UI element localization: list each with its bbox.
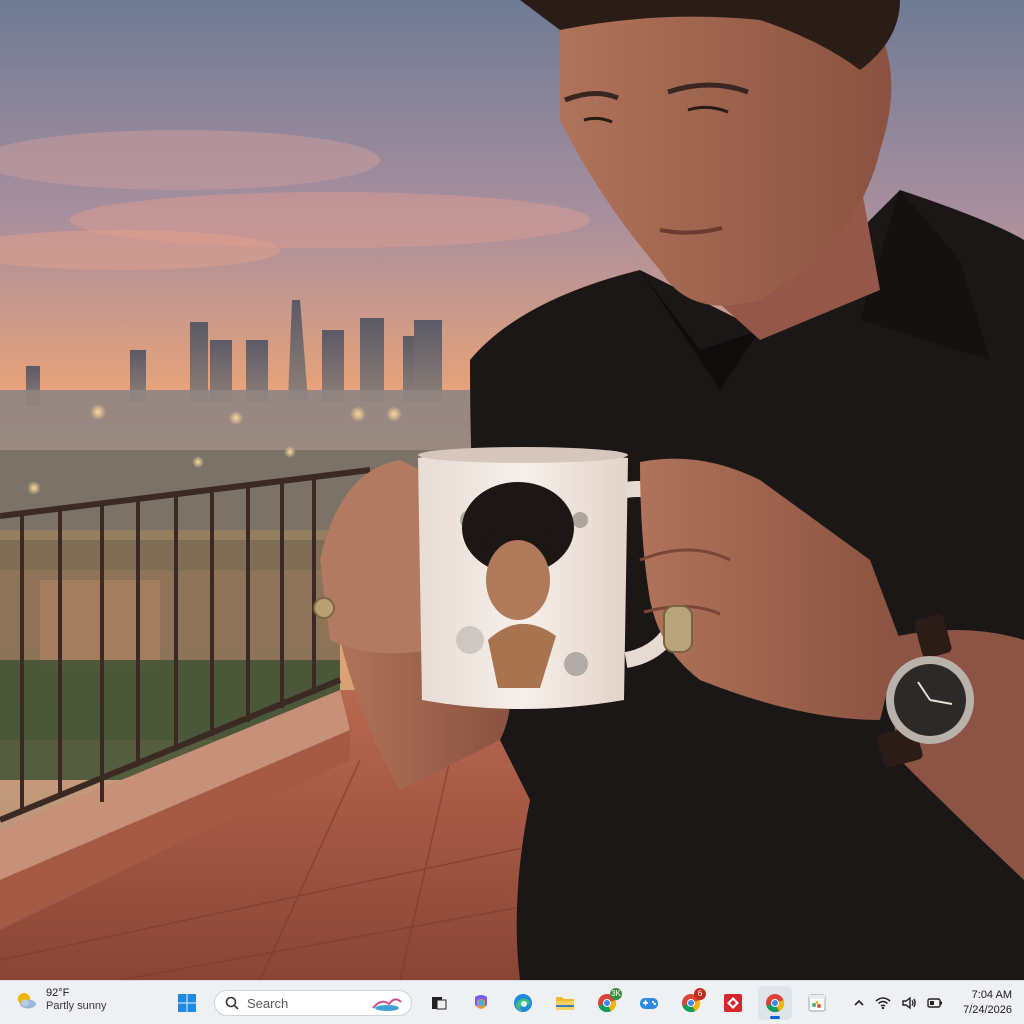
clock-time: 7:04 AM <box>971 989 1012 1001</box>
taskbar-apps: Search 3K 6 <box>170 986 834 1020</box>
search-box[interactable]: Search <box>214 990 412 1016</box>
edge-icon <box>514 994 532 1012</box>
timing-app-button[interactable] <box>800 986 834 1020</box>
gamepad-icon <box>640 998 658 1009</box>
weather-widget[interactable]: 92°F Partly sunny <box>14 987 107 1013</box>
copilot-icon <box>475 995 487 1009</box>
chrome-icon <box>766 994 785 1013</box>
search-placeholder: Search <box>247 995 289 1011</box>
battery-icon[interactable] <box>927 997 943 1009</box>
sun-cloud-icon <box>14 988 38 1012</box>
notification-badge: 6 <box>694 988 706 1000</box>
folder-icon <box>556 997 574 1010</box>
weather-condition: Partly sunny <box>46 1000 107 1012</box>
search-icon <box>225 996 239 1010</box>
notification-badge: 3K <box>610 988 622 1000</box>
chrome-active-button[interactable] <box>758 986 792 1020</box>
wallpaper-photo <box>0 0 1024 980</box>
desktop-wallpaper <box>0 0 1024 980</box>
copilot-button[interactable] <box>464 986 498 1020</box>
edge-button[interactable] <box>506 986 540 1020</box>
calendar-icon <box>808 994 826 1012</box>
red-app-button[interactable] <box>716 986 750 1020</box>
windows-logo-icon <box>178 994 196 1012</box>
chrome-profile-2-button[interactable]: 6 <box>674 986 708 1020</box>
clock-date: 7/24/2026 <box>963 1004 1012 1016</box>
file-explorer-button[interactable] <box>548 986 582 1020</box>
clock[interactable]: 7:04 AM 7/24/2026 <box>963 988 1012 1018</box>
task-view-button[interactable] <box>422 986 456 1020</box>
chrome-profile-1-button[interactable]: 3K <box>590 986 624 1020</box>
game-app-button[interactable] <box>632 986 666 1020</box>
weather-temperature: 92°F <box>46 987 70 999</box>
volume-icon[interactable] <box>901 996 917 1010</box>
system-tray: 7:04 AM 7/24/2026 <box>853 985 1012 1021</box>
search-highlight-icon <box>372 998 402 1011</box>
taskbar: 92°F Partly sunny Search 3K 6 7:04 AM 7/… <box>0 980 1024 1024</box>
chevron-up-icon[interactable] <box>853 998 865 1008</box>
wifi-icon[interactable] <box>875 996 891 1010</box>
start-button[interactable] <box>170 986 204 1020</box>
task-view-icon <box>432 997 447 1010</box>
red-diamond-icon <box>724 994 742 1012</box>
